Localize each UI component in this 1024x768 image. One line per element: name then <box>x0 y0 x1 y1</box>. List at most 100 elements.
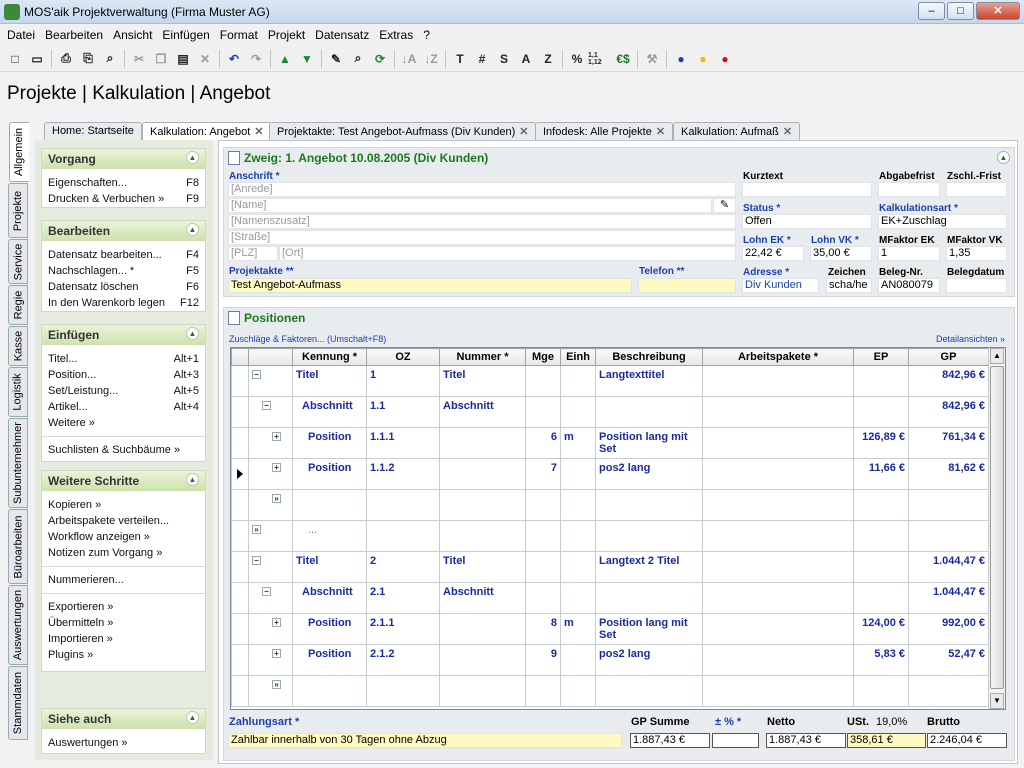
sidebar-item-datensatz-loeschen[interactable]: Datensatz löschen F6 <box>42 279 205 295</box>
cell-mge[interactable] <box>525 675 561 707</box>
cell-mge[interactable]: 7 <box>525 458 561 490</box>
row-selector[interactable] <box>231 427 249 459</box>
cell-gp[interactable]: 81,62 € <box>908 458 989 490</box>
namenszusatz-field[interactable]: [Namenszusatz] <box>228 214 736 229</box>
vertical-scrollbar[interactable]: ▲ ▼ <box>988 348 1005 709</box>
z-button[interactable]: Z <box>537 49 559 69</box>
user-blue-icon[interactable]: ● <box>670 49 692 69</box>
cell-beschreibung[interactable]: pos2 lang <box>595 644 703 676</box>
cell-nummer[interactable] <box>439 613 526 645</box>
cell-oz[interactable]: 2 <box>366 551 440 583</box>
cell-ep[interactable] <box>853 675 909 707</box>
anrede-field[interactable]: [Anrede] <box>228 182 736 197</box>
sidebar-item-weitere[interactable]: Weitere » <box>42 415 205 431</box>
sidebar-item-artikel[interactable]: Artikel... Alt+4 <box>42 399 205 415</box>
cell-gp[interactable] <box>908 489 989 521</box>
cell-ep[interactable]: 126,89 € <box>853 427 909 459</box>
mfaktorvk-field[interactable]: 1,35 <box>946 246 1007 261</box>
tools-icon[interactable]: ⚒ <box>641 49 663 69</box>
kurztext-field[interactable] <box>742 182 872 197</box>
sidebar-item-kopieren[interactable]: Kopieren » <box>42 497 205 513</box>
more-icon[interactable]: » <box>252 525 261 534</box>
cell-oz[interactable]: 1 <box>366 365 440 397</box>
print-preview-icon[interactable]: ⌕ <box>99 49 121 69</box>
sidebar-item-warenkorb[interactable]: In den Warenkorb legen F12 <box>42 295 205 311</box>
cell-kennung[interactable]: ... <box>292 520 367 552</box>
sidebar-item-auswertungen[interactable]: Auswertungen » <box>42 735 205 751</box>
row-selector[interactable] <box>231 644 249 676</box>
new-icon[interactable]: □ <box>4 49 26 69</box>
cell-oz[interactable]: 1.1 <box>366 396 440 428</box>
cell-beschreibung[interactable]: Position lang mit Set <box>595 613 703 645</box>
cell-ep[interactable] <box>853 520 909 552</box>
belegdatum-field[interactable] <box>946 278 1007 293</box>
cell-mge[interactable]: 9 <box>525 644 561 676</box>
cell-oz[interactable] <box>366 675 440 707</box>
cell-mge[interactable] <box>525 365 561 397</box>
menu-help[interactable]: ? <box>418 28 435 42</box>
abgabefrist-field[interactable] <box>878 182 940 197</box>
sidebar-item-importieren[interactable]: Importieren » <box>42 631 205 647</box>
cell-beschreibung[interactable] <box>595 675 703 707</box>
cell-beschreibung[interactable] <box>595 582 703 614</box>
tab-kalkulation-aufmass[interactable]: Kalkulation: Aufmaß ✕ <box>673 122 801 140</box>
print-icon[interactable]: ⎙ <box>55 49 77 69</box>
collapse-icon[interactable]: − <box>252 556 261 565</box>
cell-ap[interactable] <box>702 458 854 490</box>
ust-field[interactable]: 358,61 € <box>847 733 926 748</box>
cell-mge[interactable] <box>525 489 561 521</box>
close-tab-icon[interactable]: ✕ <box>783 126 792 138</box>
cell-kennung[interactable] <box>292 489 367 521</box>
cell-ep[interactable] <box>853 551 909 583</box>
menu-bearbeiten[interactable]: Bearbeiten <box>40 28 108 42</box>
arrow-down-icon[interactable]: ▼ <box>296 49 318 69</box>
cell-beschreibung[interactable]: pos2 lang <box>595 458 703 490</box>
close-window-button[interactable]: ✕ <box>976 2 1020 20</box>
sort-descending-icon[interactable]: ↓Z <box>420 49 442 69</box>
row-selector[interactable] <box>231 551 249 583</box>
cell-ep[interactable] <box>853 365 909 397</box>
row-selector[interactable] <box>231 675 249 707</box>
cell-mge[interactable] <box>525 520 561 552</box>
address-picker-button[interactable]: ✎ <box>713 198 736 213</box>
paste-icon[interactable]: ▤ <box>172 49 194 69</box>
sidebar-item-arbeitspakete[interactable]: Arbeitspakete verteilen... <box>42 513 205 529</box>
cell-kennung[interactable]: Position <box>292 613 367 645</box>
cell-mge[interactable]: 6 <box>525 427 561 459</box>
cell-mge[interactable] <box>525 396 561 428</box>
cell-ap[interactable] <box>702 675 854 707</box>
cell-einh[interactable] <box>560 458 596 490</box>
table-row[interactable]: + Position 2.1.1 8 m Position lang mit Set 124… <box>231 613 989 645</box>
row-selector[interactable] <box>231 365 249 397</box>
cell-gp[interactable]: 1.044,47 € <box>908 582 989 614</box>
cell-nummer[interactable] <box>439 489 526 521</box>
cell-kennung[interactable]: Titel <box>292 365 367 397</box>
cell-oz[interactable]: 2.1.1 <box>366 613 440 645</box>
cell-nummer[interactable] <box>439 427 526 459</box>
zahlungsart-field[interactable]: Zahlbar innerhalb von 30 Tagen ohne Abzu… <box>228 733 622 748</box>
zuschlaege-link[interactable]: Zuschläge & Faktoren... (Umschalt+F8) <box>229 334 386 344</box>
plz-field[interactable]: [PLZ] <box>228 246 278 261</box>
cell-ap[interactable] <box>702 613 854 645</box>
telefon-field[interactable] <box>638 278 736 293</box>
cell-ep[interactable] <box>853 582 909 614</box>
sidebar-item-drucken[interactable]: Drucken & Verbuchen » F9 <box>42 191 205 207</box>
cell-oz[interactable] <box>366 489 440 521</box>
sidebar-item-nachschlagen[interactable]: Nachschlagen... * F5 <box>42 263 205 279</box>
cell-nummer[interactable] <box>439 644 526 676</box>
column-header-beschreibung[interactable]: Beschreibung <box>595 348 703 366</box>
menu-format[interactable]: Format <box>215 28 263 42</box>
table-row[interactable]: − Titel 1 Titel Langtexttitel 842,96 € <box>231 365 989 397</box>
title-button[interactable]: T <box>449 49 471 69</box>
minimize-button[interactable]: – <box>918 2 945 20</box>
cell-oz[interactable] <box>366 520 440 552</box>
delete-icon[interactable]: ✕ <box>194 49 216 69</box>
cell-beschreibung[interactable] <box>595 520 703 552</box>
cell-einh[interactable] <box>560 489 596 521</box>
collapse-icon[interactable]: ▲ <box>186 151 199 164</box>
close-tab-icon[interactable]: ✕ <box>656 126 665 138</box>
vtab-auswertungen[interactable]: Auswertungen <box>8 585 28 665</box>
scroll-up-icon[interactable]: ▲ <box>990 348 1004 364</box>
column-header-gp[interactable]: GP <box>908 348 989 366</box>
positions-grid[interactable]: Kennung * OZ Nummer * Mge Einh Beschreib… <box>230 347 1006 710</box>
